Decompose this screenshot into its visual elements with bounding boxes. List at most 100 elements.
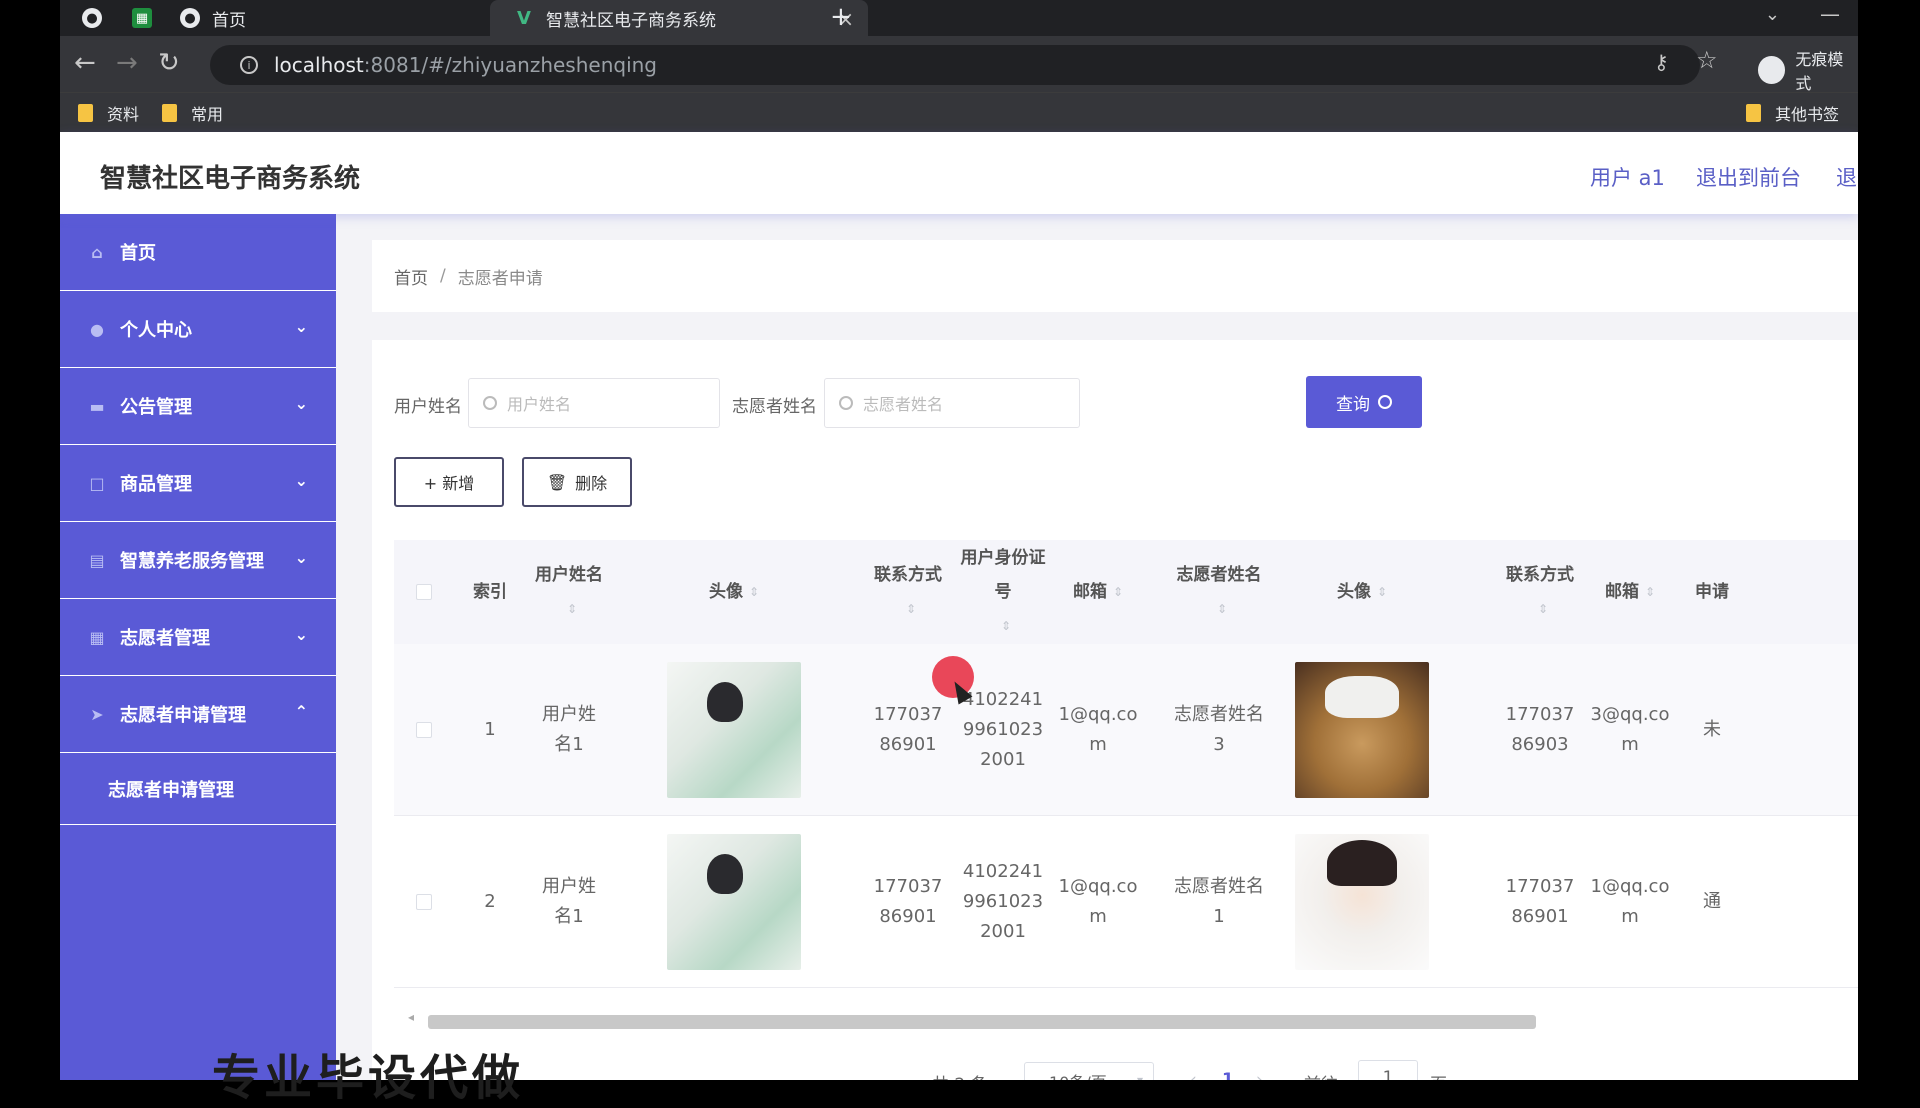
cell-volunteer-phone: 17703786901: [1505, 876, 1575, 927]
col-phone[interactable]: 联系方式 ⇕: [868, 540, 948, 644]
col-user-name[interactable]: 用户姓名 ⇕: [534, 540, 604, 644]
pagination: 共 2 条 10条/页 ▾ ‹ 1 › 前往 1 页: [372, 1060, 1858, 1080]
sort-icon[interactable]: ⇕: [749, 575, 759, 609]
user-name-input[interactable]: 用户姓名: [468, 378, 720, 428]
page-number-current[interactable]: 1: [1222, 1070, 1234, 1080]
main-content: 首页 / 志愿者申请 用户姓名 用户姓名 志愿者姓名 志愿者姓名 查询 + 新增…: [336, 214, 1858, 1080]
incognito-badge[interactable]: 无痕模式: [1758, 46, 1858, 94]
sort-icon[interactable]: ⇕: [906, 592, 916, 626]
pinned-tab-sheet[interactable]: ▦: [132, 0, 164, 36]
sidebar-item-goods[interactable]: □ 商品管理 ⌄: [60, 445, 336, 522]
user-icon: ●: [90, 319, 104, 339]
goto-label: 前往: [1304, 1070, 1338, 1080]
input-placeholder: 志愿者姓名: [863, 395, 944, 414]
incognito-icon: [1758, 56, 1786, 84]
goto-page-input[interactable]: 1: [1358, 1060, 1418, 1080]
sidebar-subitem-apply-manage[interactable]: 志愿者申请管理: [60, 753, 336, 825]
new-tab-button[interactable]: +: [830, 2, 852, 32]
back-arrow-icon[interactable]: ←: [74, 48, 96, 78]
tab-label: 首页: [212, 10, 246, 31]
bookmark-label: 常用: [191, 105, 224, 124]
col-avatar[interactable]: 头像 ⇕: [664, 540, 804, 644]
reload-icon[interactable]: ↻: [158, 48, 180, 78]
chevron-down-icon[interactable]: ⌄: [1765, 4, 1780, 25]
horizontal-scrollbar[interactable]: ◂: [408, 1010, 1536, 1029]
url-host: localhost: [274, 53, 364, 77]
col-volunteer-phone[interactable]: 联系方式 ⇕: [1500, 540, 1580, 644]
cell-index: 2: [484, 891, 496, 912]
cell-email: 1@qq.com: [1058, 876, 1138, 927]
sidebar: ⌂ 首页 ● 个人中心 ⌄ ▬ 公告管理 ⌄ □ 商品管理 ⌄ ▤ 智慧养老服务…: [60, 214, 336, 1080]
add-button[interactable]: + 新增: [394, 457, 504, 507]
sort-icon[interactable]: ⇕: [1113, 575, 1123, 609]
row-checkbox-cell[interactable]: [394, 816, 454, 988]
select-all-checkbox[interactable]: [416, 584, 432, 600]
table-row[interactable]: 1 用户姓名1 17703786901 410224199610232001 1…: [394, 644, 1858, 816]
cell-volunteer-email: 3@qq.com: [1590, 704, 1670, 755]
trash-icon: 🗑: [546, 472, 568, 492]
chevron-up-icon: ⌃: [294, 702, 308, 721]
key-icon[interactable]: ⚷: [1654, 50, 1669, 74]
sort-icon[interactable]: ⇕: [567, 592, 577, 626]
back-to-front-link[interactable]: 退出到前台: [1696, 162, 1801, 192]
bookmark-folder[interactable]: 资料: [78, 101, 139, 125]
logout-link[interactable]: 退出登录: [1836, 162, 1858, 192]
col-email[interactable]: 邮箱 ⇕: [1058, 540, 1138, 644]
select-all-cell[interactable]: [394, 540, 454, 644]
sort-icon[interactable]: ⇕: [1001, 609, 1011, 643]
sort-icon[interactable]: ⇕: [1538, 592, 1548, 626]
tab-active[interactable]: V 智慧社区电子商务系统 ×: [490, 0, 868, 36]
page-size-select[interactable]: 10条/页 ▾: [1024, 1062, 1154, 1080]
sidebar-item-apply[interactable]: ➤ 志愿者申请管理 ⌃: [60, 676, 336, 753]
table-row[interactable]: 2 用户姓名1 17703786901 410224199610232001 1…: [394, 816, 1858, 988]
sidebar-item-label: 志愿者申请管理: [120, 705, 246, 726]
cell-volunteer-email: 1@qq.com: [1590, 876, 1670, 927]
data-table: 索引 用户姓名 ⇕ 头像 ⇕ 联系方式 ⇕ 用户身份证号 ⇕ 邮箱 ⇕ 志愿者姓名 ⇕ 头像…: [394, 540, 1858, 1000]
url-field[interactable]: i localhost:8081/#/zhiyuanzheshenqing: [210, 45, 1700, 85]
sidebar-item-personal[interactable]: ● 个人中心 ⌄: [60, 291, 336, 368]
volunteer-name-label: 志愿者姓名: [732, 397, 817, 417]
search-icon: [1378, 395, 1392, 409]
search-icon: [483, 396, 497, 410]
col-volunteer-name[interactable]: 志愿者姓名 ⇕: [1174, 540, 1264, 644]
col-id-card[interactable]: 用户身份证号 ⇕: [958, 540, 1048, 644]
delete-button[interactable]: 🗑 删除: [522, 457, 632, 507]
pagination-total: 共 2 条: [932, 1070, 988, 1080]
cell-index: 1: [484, 719, 496, 740]
cell-avatar: [664, 816, 804, 988]
row-checkbox[interactable]: [416, 894, 432, 910]
bookmark-folder[interactable]: 常用: [162, 101, 223, 125]
sort-icon[interactable]: ⇕: [1645, 575, 1655, 609]
sidebar-item-label: 志愿者管理: [120, 628, 210, 649]
sort-icon[interactable]: ⇕: [1377, 575, 1387, 609]
chevron-down-icon: ⌄: [294, 471, 308, 490]
scroll-left-icon[interactable]: ◂: [408, 1010, 414, 1024]
pinned-tab-globe[interactable]: ●: [82, 0, 114, 36]
prev-page-icon[interactable]: ‹: [1190, 1070, 1197, 1080]
col-volunteer-avatar[interactable]: 头像 ⇕: [1292, 540, 1432, 644]
col-label: 申请: [1695, 582, 1729, 602]
bookmark-label: 其他书签: [1775, 105, 1840, 124]
sheet-icon: ▦: [132, 8, 152, 28]
sidebar-item-home[interactable]: ⌂ 首页: [60, 214, 336, 291]
row-checkbox-cell[interactable]: [394, 644, 454, 816]
breadcrumb-home[interactable]: 首页: [394, 264, 428, 289]
query-button[interactable]: 查询: [1306, 376, 1422, 428]
star-icon[interactable]: ☆: [1696, 46, 1718, 74]
sidebar-item-notice[interactable]: ▬ 公告管理 ⌄: [60, 368, 336, 445]
row-checkbox[interactable]: [416, 722, 432, 738]
scrollbar-thumb[interactable]: [428, 1015, 1536, 1029]
sidebar-item-volunteer[interactable]: ▦ 志愿者管理 ⌄: [60, 599, 336, 676]
info-icon[interactable]: i: [240, 56, 258, 74]
forward-arrow-icon[interactable]: →: [116, 48, 138, 78]
globe-icon: ●: [180, 8, 200, 28]
col-label: 索引: [473, 582, 507, 602]
volunteer-icon: ▦: [89, 627, 105, 647]
next-page-icon[interactable]: ›: [1256, 1070, 1263, 1080]
volunteer-name-input[interactable]: 志愿者姓名: [824, 378, 1080, 428]
col-volunteer-email[interactable]: 邮箱 ⇕: [1590, 540, 1670, 644]
other-bookmarks[interactable]: 其他书签: [1746, 101, 1839, 125]
sidebar-item-service[interactable]: ▤ 智慧养老服务管理 ⌄: [60, 522, 336, 599]
sort-icon[interactable]: ⇕: [1217, 592, 1227, 626]
minimize-icon[interactable]: —: [1820, 2, 1840, 26]
